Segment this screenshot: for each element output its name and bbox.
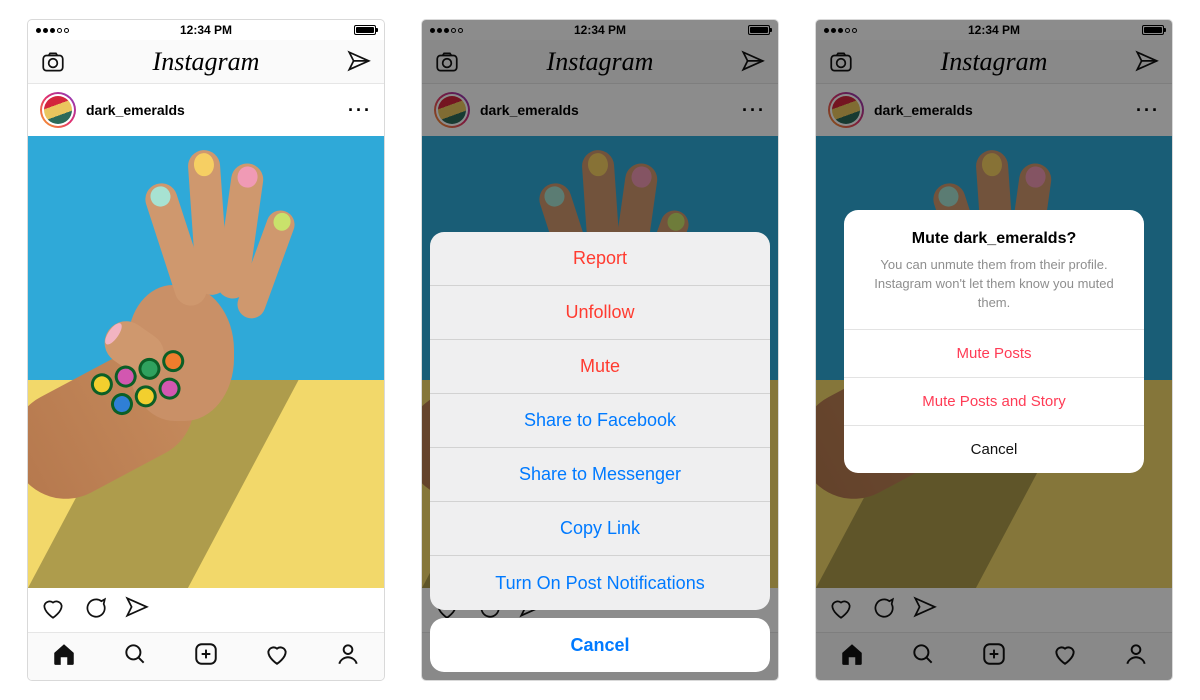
camera-icon[interactable] [40,49,66,75]
action-share-facebook[interactable]: Share to Facebook [430,394,770,448]
tab-activity-icon[interactable] [264,641,290,672]
top-nav: Instagram [28,40,384,84]
mute-posts-button[interactable]: Mute Posts [844,329,1144,377]
mute-dialog: Mute dark_emeralds? You can unmute them … [844,210,1144,473]
action-post-notifications[interactable]: Turn On Post Notifications [430,556,770,610]
tab-search-icon[interactable] [122,641,148,672]
action-report[interactable]: Report [430,232,770,286]
instagram-logo: Instagram [153,47,260,77]
status-time: 12:34 PM [28,23,384,37]
direct-message-icon[interactable] [346,49,372,75]
screen-action-sheet: 12:34 PM Instagram dark_emeralds ··· [422,20,778,680]
mute-dialog-title: Mute dark_emeralds? [866,230,1122,248]
post-actions [28,588,384,632]
status-battery [354,25,376,35]
share-icon[interactable] [124,595,150,626]
action-share-messenger[interactable]: Share to Messenger [430,448,770,502]
like-icon[interactable] [40,595,66,626]
action-copy-link[interactable]: Copy Link [430,502,770,556]
tab-bar [28,632,384,680]
comment-icon[interactable] [82,595,108,626]
avatar[interactable] [40,92,76,128]
action-sheet-cancel[interactable]: Cancel [430,618,770,672]
mute-posts-and-story-button[interactable]: Mute Posts and Story [844,377,1144,425]
ios-status-bar: 12:34 PM [28,20,384,40]
post-username[interactable]: dark_emeralds [86,102,338,118]
screen-mute-dialog: 12:34 PM Instagram dark_emeralds ··· [816,20,1172,680]
post-header: dark_emeralds ··· [28,84,384,136]
mute-dialog-cancel[interactable]: Cancel [844,425,1144,473]
post-image[interactable] [28,136,384,588]
three-screenshot-row: 12:34 PM Instagram dark_emeralds ··· [0,0,1200,700]
tab-profile-icon[interactable] [335,641,361,672]
tab-home-icon[interactable] [51,641,77,672]
screen-feed: 12:34 PM Instagram dark_emeralds ··· [28,20,384,680]
tab-new-post-icon[interactable] [193,641,219,672]
post-more-button[interactable]: ··· [348,100,372,121]
mute-dialog-body: You can unmute them from their profile. … [866,256,1122,313]
action-unfollow[interactable]: Unfollow [430,286,770,340]
action-mute[interactable]: Mute [430,340,770,394]
post-action-sheet: Report Unfollow Mute Share to Facebook S… [430,232,770,672]
